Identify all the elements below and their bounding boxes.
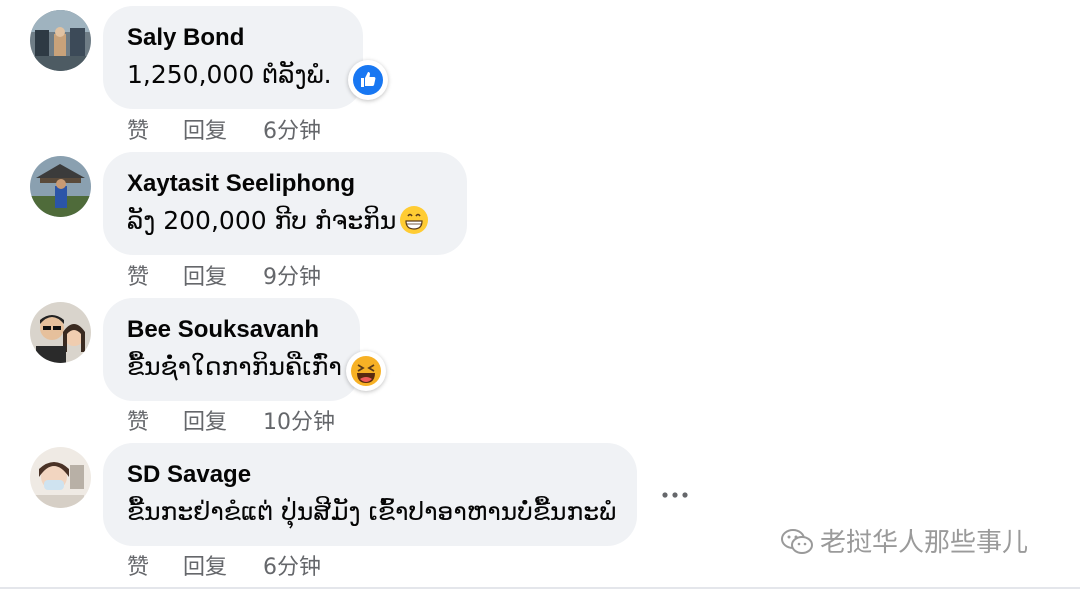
comment-actions: 赞回复 9分钟 (127, 259, 321, 291)
reply-button[interactable]: 回复 (183, 549, 263, 581)
wechat-icon (781, 529, 813, 554)
avatar[interactable] (30, 302, 91, 363)
reply-button[interactable]: 回复 (183, 113, 263, 145)
comment-text: ຂື້ນກະຢ່າຂໍແຕ່ ປຸ່ນສີມັງ ເຂົ້າປາອາຫານບໍ່… (127, 497, 617, 526)
comment-text: ລັງ 200,000 ກີບ ກໍຈະກິນ (127, 204, 443, 238)
comment-bubble: Xaytasit Seeliphong ລັງ 200,000 ກີບ ກໍຈະ… (103, 152, 467, 255)
comment-timestamp[interactable]: 10分钟 (263, 404, 335, 436)
reply-button[interactable]: 回复 (183, 404, 263, 436)
comment-text: ຂື້ນຊໍ່າໃດກາກິນຄືເກົ່າ (127, 352, 342, 381)
comment-timestamp[interactable]: 6分钟 (263, 549, 321, 581)
watermark-text: 老挝华人那些事儿 (820, 528, 1029, 558)
like-button[interactable]: 赞 (127, 259, 183, 291)
comment-timestamp[interactable]: 9分钟 (263, 259, 321, 291)
reply-button[interactable]: 回复 (183, 259, 263, 291)
like-icon (353, 65, 383, 95)
comment-bubble: Saly Bond 1,250,000 ຕໍລັງພໍ. (103, 6, 363, 109)
like-button[interactable]: 赞 (127, 549, 183, 581)
comment-text-content: ລັງ 200,000 ກີບ ກໍຈະກິນ (127, 206, 397, 235)
avatar[interactable] (30, 447, 91, 508)
comment-bubble: Bee Souksavanh ຂື້ນຊໍ່າໃດກາກິນຄືເກົ່າ (103, 298, 360, 401)
laugh-reaction-badge[interactable] (346, 351, 386, 391)
grinning-face-icon (400, 206, 429, 234)
comment-author[interactable]: SD Savage (127, 461, 613, 489)
watermark: 老挝华人那些事儿 (780, 522, 1028, 559)
comment-author[interactable]: Saly Bond (127, 24, 339, 52)
comment-actions: 赞回复 6分钟 (127, 549, 321, 581)
comment-timestamp[interactable]: 6分钟 (263, 113, 321, 145)
avatar[interactable] (30, 10, 91, 71)
like-button[interactable]: 赞 (127, 113, 183, 145)
avatar[interactable] (30, 156, 91, 217)
comment-actions: 赞回复 10分钟 (127, 404, 335, 436)
laughing-face-icon (351, 356, 381, 386)
more-options-icon[interactable] (660, 485, 690, 505)
comment-author[interactable]: Bee Souksavanh (127, 316, 336, 344)
comment-bubble: SD Savage ຂື້ນກະຢ່າຂໍແຕ່ ປຸ່ນສີມັງ ເຂົ້າ… (103, 443, 637, 546)
like-button[interactable]: 赞 (127, 404, 183, 436)
comment-author[interactable]: Xaytasit Seeliphong (127, 170, 443, 198)
comment-actions: 赞回复 6分钟 (127, 113, 321, 145)
like-reaction-badge[interactable] (348, 60, 388, 100)
comment-text: 1,250,000 ຕໍລັງພໍ. (127, 60, 332, 89)
